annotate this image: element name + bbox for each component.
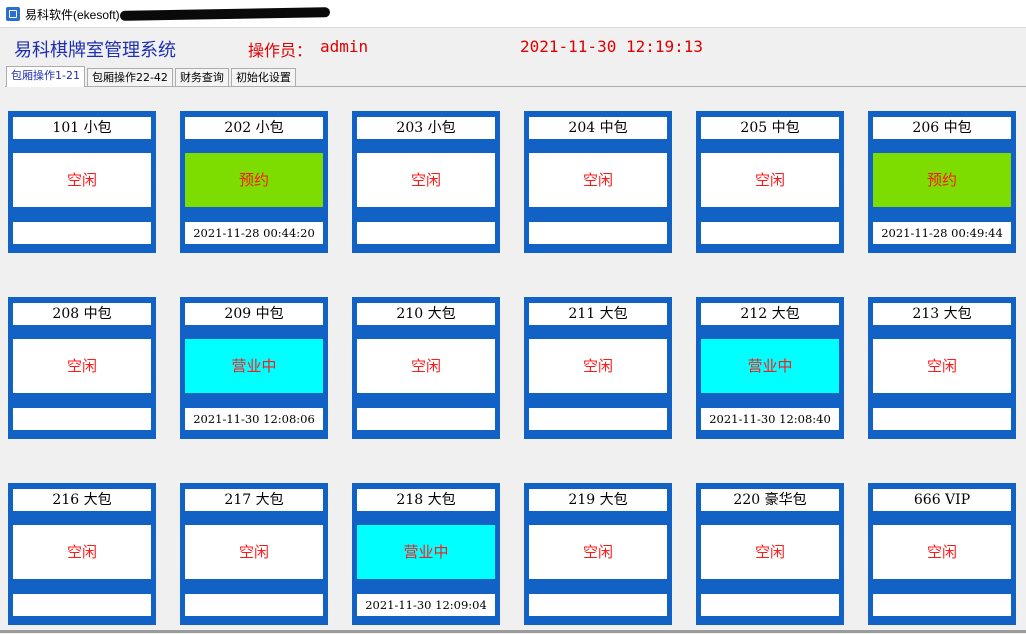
room-name[interactable]: 204 中包	[529, 117, 667, 139]
room-status[interactable]: 空闲	[529, 525, 667, 579]
room-time	[185, 594, 323, 616]
room-time	[357, 222, 495, 244]
room-name[interactable]: 217 大包	[185, 489, 323, 511]
app-icon	[6, 7, 20, 21]
window-title: 易科软件(ekesoft)	[25, 8, 120, 22]
operator-value: admin	[320, 37, 369, 56]
room-status[interactable]: 空闲	[13, 339, 151, 393]
room-status[interactable]: 预约	[185, 153, 323, 207]
room-card[interactable]: 219 大包 空闲	[524, 483, 672, 625]
room-card[interactable]: 206 中包 预约 2021-11-28 00:49:44	[868, 111, 1016, 253]
current-datetime: 2021-11-30 12:19:13	[520, 37, 704, 56]
room-time	[13, 222, 151, 244]
room-card[interactable]: 101 小包 空闲	[8, 111, 156, 253]
room-card[interactable]: 212 大包 营业中 2021-11-30 12:08:40	[696, 297, 844, 439]
room-status[interactable]: 空闲	[701, 153, 839, 207]
room-time	[529, 594, 667, 616]
tab-rooms-22-42[interactable]: 包厢操作22-42	[86, 68, 173, 87]
room-name[interactable]: 212 大包	[701, 303, 839, 325]
room-name[interactable]: 209 中包	[185, 303, 323, 325]
room-card[interactable]: 216 大包 空闲	[8, 483, 156, 625]
redaction-mark	[119, 7, 331, 21]
room-card[interactable]: 210 大包 空闲	[352, 297, 500, 439]
room-time	[529, 408, 667, 430]
room-card[interactable]: 666 VIP 空闲	[868, 483, 1016, 625]
room-status[interactable]: 空闲	[873, 525, 1011, 579]
room-time: 2021-11-30 12:09:04	[357, 594, 495, 616]
room-time	[873, 594, 1011, 616]
room-time	[13, 408, 151, 430]
room-status[interactable]: 空闲	[357, 339, 495, 393]
room-name[interactable]: 216 大包	[13, 489, 151, 511]
room-status[interactable]: 营业中	[357, 525, 495, 579]
room-time	[357, 408, 495, 430]
room-card[interactable]: 211 大包 空闲	[524, 297, 672, 439]
room-status[interactable]: 空闲	[13, 153, 151, 207]
room-name[interactable]: 219 大包	[529, 489, 667, 511]
room-time: 2021-11-28 00:44:20	[185, 222, 323, 244]
room-time	[13, 594, 151, 616]
tab-rooms-1-21[interactable]: 包厢操作1-21	[6, 66, 85, 87]
room-time	[701, 594, 839, 616]
room-name[interactable]: 218 大包	[357, 489, 495, 511]
room-status[interactable]: 空闲	[529, 153, 667, 207]
app-header: 易科棋牌室管理系统 操作员： admin 2021-11-30 12:19:13	[0, 28, 1026, 64]
room-status[interactable]: 空闲	[185, 525, 323, 579]
room-name[interactable]: 202 小包	[185, 117, 323, 139]
room-card[interactable]: 217 大包 空闲	[180, 483, 328, 625]
room-name[interactable]: 220 豪华包	[701, 489, 839, 511]
room-time	[873, 408, 1011, 430]
room-card[interactable]: 213 大包 空闲	[868, 297, 1016, 439]
room-time	[529, 222, 667, 244]
room-card[interactable]: 203 小包 空闲	[352, 111, 500, 253]
room-status[interactable]: 空闲	[701, 525, 839, 579]
window-titlebar: 易科软件(ekesoft)	[0, 0, 1026, 28]
tab-finance[interactable]: 财务查询	[174, 68, 229, 87]
room-name[interactable]: 210 大包	[357, 303, 495, 325]
room-card[interactable]: 205 中包 空闲	[696, 111, 844, 253]
room-time: 2021-11-30 12:08:06	[185, 408, 323, 430]
room-card[interactable]: 202 小包 预约 2021-11-28 00:44:20	[180, 111, 328, 253]
room-time: 2021-11-30 12:08:40	[701, 408, 839, 430]
room-card[interactable]: 209 中包 营业中 2021-11-30 12:08:06	[180, 297, 328, 439]
room-name[interactable]: 208 中包	[13, 303, 151, 325]
room-status[interactable]: 营业中	[185, 339, 323, 393]
room-status[interactable]: 空闲	[529, 339, 667, 393]
room-card[interactable]: 204 中包 空闲	[524, 111, 672, 253]
room-name[interactable]: 211 大包	[529, 303, 667, 325]
room-name[interactable]: 206 中包	[873, 117, 1011, 139]
room-name[interactable]: 205 中包	[701, 117, 839, 139]
tab-settings[interactable]: 初始化设置	[230, 68, 296, 87]
room-name[interactable]: 101 小包	[13, 117, 151, 139]
app-name: 易科棋牌室管理系统	[14, 40, 176, 61]
room-name[interactable]: 213 大包	[873, 303, 1011, 325]
room-name[interactable]: 666 VIP	[873, 489, 1011, 511]
room-status[interactable]: 空闲	[357, 153, 495, 207]
room-time	[701, 222, 839, 244]
room-name[interactable]: 203 小包	[357, 117, 495, 139]
room-time: 2021-11-28 00:49:44	[873, 222, 1011, 244]
room-card[interactable]: 220 豪华包 空闲	[696, 483, 844, 625]
room-card[interactable]: 208 中包 空闲	[8, 297, 156, 439]
room-status[interactable]: 空闲	[13, 525, 151, 579]
room-status[interactable]: 营业中	[701, 339, 839, 393]
tab-strip: 包厢操作1-21 包厢操作22-42 财务查询 初始化设置	[6, 66, 296, 87]
operator-label: 操作员：	[248, 41, 313, 60]
room-card[interactable]: 218 大包 营业中 2021-11-30 12:09:04	[352, 483, 500, 625]
room-status[interactable]: 空闲	[873, 339, 1011, 393]
room-status[interactable]: 预约	[873, 153, 1011, 207]
